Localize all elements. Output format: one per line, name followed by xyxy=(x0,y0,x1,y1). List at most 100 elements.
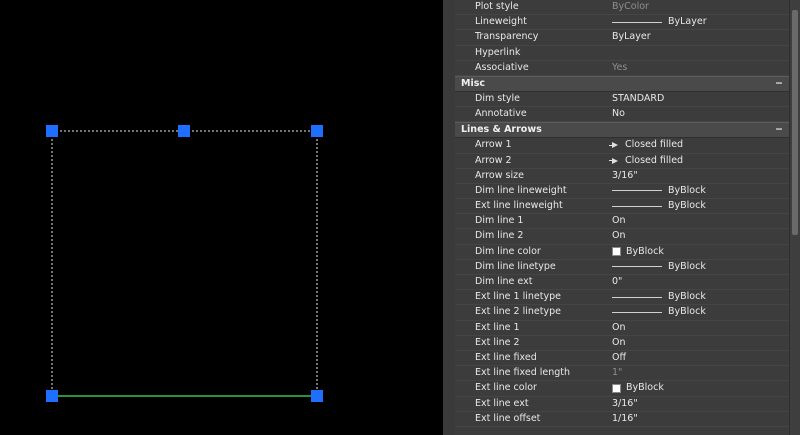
property-value: ByColor xyxy=(612,0,649,14)
property-row-ext-line-fixed-length[interactable]: Ext line fixed length 1" xyxy=(455,366,789,382)
property-row-dim-line-linetype[interactable]: Dim line linetype ByBlock xyxy=(455,260,789,275)
property-row-ext-line-1-linetype[interactable]: Ext line 1 linetype ByBlock xyxy=(455,290,789,306)
property-row-plot-style[interactable]: Plot style ByColor xyxy=(455,0,789,16)
property-value[interactable]: ByBlock xyxy=(612,260,706,274)
scrollbar-thumb[interactable] xyxy=(792,10,798,235)
property-label: Ext line 2 xyxy=(475,336,520,348)
property-row-arrow-size[interactable]: Arrow size 3/16" xyxy=(455,169,789,184)
property-label: Annotative xyxy=(475,108,527,120)
property-value[interactable]: ByBlock xyxy=(612,305,706,319)
grip-top-left[interactable] xyxy=(46,125,58,137)
property-value[interactable]: Closed filled xyxy=(609,154,683,168)
property-label: Arrow 1 xyxy=(475,139,512,151)
property-label: Transparency xyxy=(475,31,539,43)
property-value[interactable]: 3/16" xyxy=(612,397,638,411)
property-row-arrow-1[interactable]: Arrow 1 Closed filled xyxy=(455,138,789,154)
property-value[interactable]: On xyxy=(612,214,626,228)
panel-gutter xyxy=(443,0,455,435)
property-value[interactable]: Off xyxy=(612,351,626,365)
property-value[interactable]: No xyxy=(612,107,625,121)
property-label: Hyperlink xyxy=(475,46,521,58)
property-label: Arrow 2 xyxy=(475,154,512,166)
property-value: 1" xyxy=(612,366,622,380)
property-value-text: STANDARD xyxy=(612,92,665,104)
section-title: Lines & Arrows xyxy=(461,124,542,136)
property-value[interactable]: Closed filled xyxy=(609,138,684,152)
line-preview-icon xyxy=(612,205,662,207)
property-value-text: Yes xyxy=(612,61,628,73)
property-label: Dim line color xyxy=(475,245,541,257)
property-row-dim-line-ext[interactable]: Dim line ext 0" xyxy=(455,275,789,291)
property-row-ext-line-lineweight[interactable]: Ext line lineweight ByBlock xyxy=(455,199,789,215)
property-value[interactable]: ByBlock xyxy=(612,290,706,304)
property-row-arrow-2[interactable]: Arrow 2 Closed filled xyxy=(455,154,789,169)
drawing-canvas[interactable] xyxy=(0,0,443,435)
property-value[interactable]: ByLayer xyxy=(612,30,651,44)
drawing-svg[interactable] xyxy=(0,0,443,435)
collapse-toggle-icon[interactable]: − xyxy=(775,77,783,91)
property-value-text: ByBlock xyxy=(626,245,664,257)
property-row-associative[interactable]: Associative Yes xyxy=(455,61,789,76)
grip-bottom-right[interactable] xyxy=(311,390,323,402)
grip-top-right[interactable] xyxy=(311,125,323,137)
properties-panel: Plot style ByColor Lineweight ByLayer Transp… xyxy=(443,0,800,435)
line-preview-icon xyxy=(612,190,662,192)
property-row-ext-line-1[interactable]: Ext line 1 On xyxy=(455,321,789,336)
property-label: Ext line 1 linetype xyxy=(475,291,561,303)
closed-filled-arrow-icon xyxy=(609,142,618,149)
collapse-toggle-icon[interactable]: − xyxy=(775,123,783,137)
property-row-ext-line-offset[interactable]: Ext line offset 1/16" xyxy=(455,412,789,427)
property-row-lineweight[interactable]: Lineweight ByLayer xyxy=(455,15,789,31)
color-swatch-icon xyxy=(612,383,621,393)
property-label: Ext line lineweight xyxy=(475,200,563,212)
property-value[interactable]: ByBlock xyxy=(612,381,664,395)
property-value[interactable]: On xyxy=(612,321,626,335)
property-value-text: On xyxy=(612,215,626,227)
property-row-ext-line-fixed[interactable]: Ext line fixed Off xyxy=(455,351,789,367)
property-row-annotative[interactable]: Annotative No xyxy=(455,107,789,123)
property-value[interactable]: On xyxy=(612,229,626,243)
property-value[interactable]: ByBlock xyxy=(612,184,706,198)
property-value-text: On xyxy=(612,321,626,333)
property-value-text: ByLayer xyxy=(612,31,651,43)
property-value[interactable]: 3/16" xyxy=(612,169,638,183)
property-value[interactable]: ByBlock xyxy=(612,245,664,259)
property-value-text: Closed filled xyxy=(625,139,684,151)
property-row-transparency[interactable]: Transparency ByLayer xyxy=(455,30,789,46)
property-label: Associative xyxy=(475,61,529,73)
color-swatch-icon xyxy=(612,247,621,257)
property-value[interactable]: ByLayer xyxy=(612,15,707,29)
grip-top-middle[interactable] xyxy=(178,125,190,137)
property-value-text: ByLayer xyxy=(668,16,707,28)
property-value[interactable]: 1/16" xyxy=(612,412,638,426)
property-row-dim-line-2[interactable]: Dim line 2 On xyxy=(455,229,789,245)
property-row-dim-style[interactable]: Dim style STANDARD xyxy=(455,92,789,108)
property-value-text: 3/16" xyxy=(612,169,638,181)
property-value[interactable]: STANDARD xyxy=(612,92,664,106)
property-value-text: ByColor xyxy=(612,1,649,12)
property-row-hyperlink[interactable]: Hyperlink xyxy=(455,46,789,61)
property-row-ext-line-2-linetype[interactable]: Ext line 2 linetype ByBlock xyxy=(455,305,789,321)
property-label: Dim line 2 xyxy=(475,230,524,242)
property-value-text: ByBlock xyxy=(668,184,706,196)
property-row-ext-line-ext[interactable]: Ext line ext 3/16" xyxy=(455,397,789,412)
property-label: Ext line 1 xyxy=(475,321,520,333)
section-header-lines-arrows[interactable]: Lines & Arrows − xyxy=(455,122,789,139)
grip-bottom-left[interactable] xyxy=(46,390,58,402)
property-row-dim-line-1[interactable]: Dim line 1 On xyxy=(455,214,789,230)
property-value-text: ByBlock xyxy=(668,291,706,303)
section-header-misc[interactable]: Misc − xyxy=(455,75,789,92)
property-value[interactable]: ByBlock xyxy=(612,199,706,213)
property-grid: Plot style ByColor Lineweight ByLayer Transp… xyxy=(455,0,789,435)
property-row-dim-line-lineweight[interactable]: Dim line lineweight ByBlock xyxy=(455,184,789,200)
property-row-ext-line-2[interactable]: Ext line 2 On xyxy=(455,336,789,351)
property-label: Dim line linetype xyxy=(475,260,556,272)
property-row-ext-line-color[interactable]: Ext line color ByBlock xyxy=(455,381,789,397)
property-value[interactable]: 0" xyxy=(612,275,622,289)
property-label: Ext line fixed xyxy=(475,351,537,363)
property-row-dim-line-color[interactable]: Dim line color ByBlock xyxy=(455,245,789,260)
properties-scrollbar[interactable] xyxy=(789,0,800,435)
property-value[interactable]: On xyxy=(612,336,626,350)
property-label: Dim line 1 xyxy=(475,215,524,227)
property-value-text: 0" xyxy=(612,276,623,287)
